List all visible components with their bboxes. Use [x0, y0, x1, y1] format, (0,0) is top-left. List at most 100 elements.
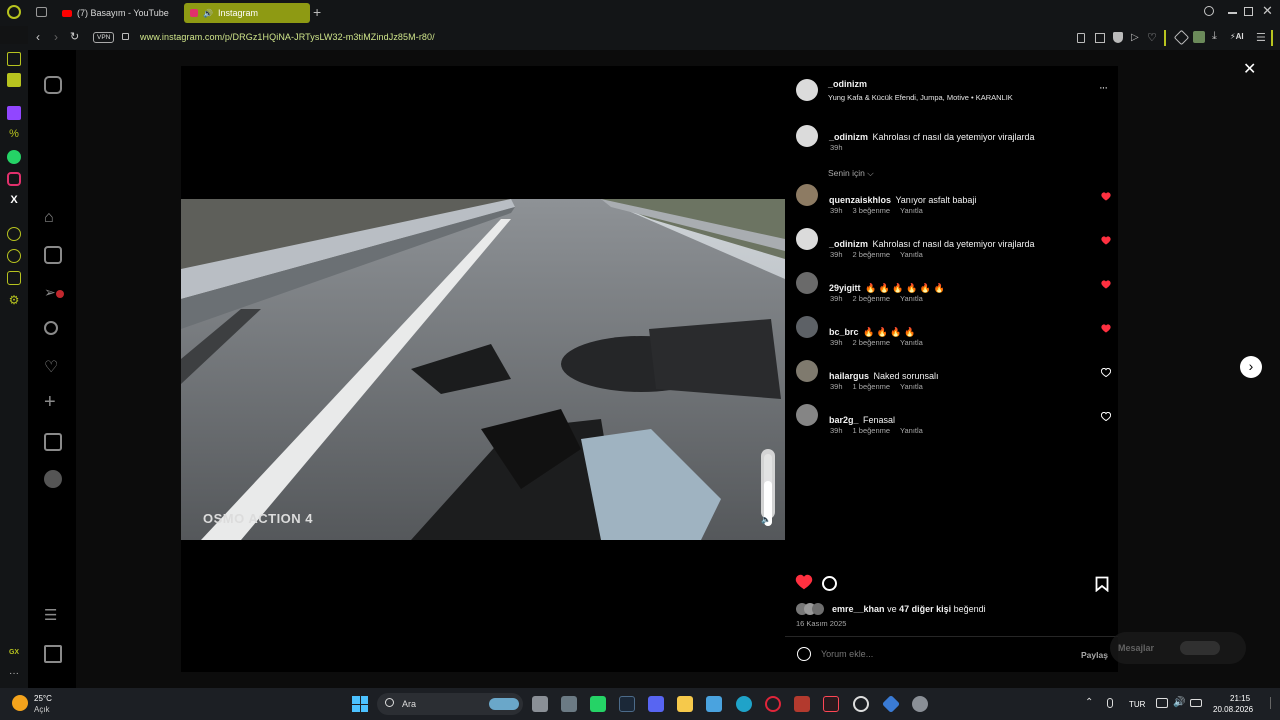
comment-heart-filled-icon[interactable] — [1101, 236, 1111, 246]
next-post-button[interactable]: › — [1240, 356, 1262, 378]
for-you-toggle[interactable]: Senin için ⌵ — [828, 168, 874, 179]
battery-icon[interactable] — [1190, 699, 1202, 707]
comment-avatar[interactable] — [796, 272, 818, 294]
reply-button[interactable]: Yanıtla — [900, 206, 923, 215]
video-player[interactable]: OSMO ACTION 4 🔈 — [181, 199, 785, 540]
history-icon[interactable] — [7, 249, 21, 263]
clock-date[interactable]: 20.08.2026 — [1213, 705, 1253, 714]
heart-toolbar-icon[interactable]: ♡ — [1147, 31, 1157, 44]
pin-icon[interactable] — [1077, 33, 1085, 43]
comment-username[interactable]: _odinizm — [829, 239, 868, 249]
save-button[interactable] — [1095, 576, 1109, 592]
x-icon[interactable]: X — [7, 194, 21, 208]
show-desktop[interactable] — [1270, 697, 1276, 709]
input-language[interactable]: TUR — [1129, 700, 1145, 709]
like-button[interactable] — [795, 574, 813, 590]
comment-avatar[interactable] — [796, 404, 818, 426]
calculator-icon[interactable] — [561, 696, 577, 712]
twitch-icon[interactable] — [7, 106, 21, 120]
edge-icon[interactable] — [736, 696, 752, 712]
comment-username[interactable]: bar2g_ — [829, 415, 859, 425]
file-explorer-icon[interactable] — [677, 696, 693, 712]
comment-heart-filled-icon[interactable] — [1101, 280, 1111, 290]
opera-gx-logo-icon[interactable] — [7, 5, 21, 19]
author-username[interactable]: _odinizm — [828, 79, 867, 89]
discord-icon[interactable] — [648, 696, 664, 712]
weather-icon[interactable] — [12, 695, 28, 711]
comment-heart-icon[interactable] — [1101, 412, 1111, 422]
comment-likes[interactable]: 2 beğenme — [853, 294, 891, 303]
reply-button[interactable]: Yanıtla — [900, 426, 923, 435]
taskbar-search[interactable]: Ara — [377, 693, 523, 715]
hamburger-menu-icon[interactable]: ☰ — [44, 606, 62, 624]
close-window-button[interactable]: ✕ — [1262, 3, 1273, 19]
instagram-logo-icon[interactable] — [44, 76, 62, 94]
share-button[interactable]: Paylaş — [1081, 650, 1108, 660]
comment-username[interactable]: quenzaiskhlos — [829, 195, 891, 205]
cube-icon[interactable] — [7, 271, 21, 285]
instagram-sidebar-icon[interactable] — [7, 172, 21, 186]
comment-likes[interactable]: 2 beğenme — [853, 250, 891, 259]
tab-instagram[interactable]: 🔊 Instagram — [184, 3, 310, 23]
comment-heart-icon[interactable] — [1101, 368, 1111, 378]
shield-icon[interactable] — [1113, 32, 1123, 43]
comment-username[interactable]: bc_brc — [829, 327, 859, 337]
whatsapp-icon[interactable] — [7, 150, 21, 164]
extensions-icon[interactable] — [1173, 29, 1190, 46]
reels-icon[interactable] — [44, 246, 62, 264]
maximize-button[interactable] — [1244, 7, 1253, 16]
discount-icon[interactable]: % — [7, 128, 21, 142]
liked-by-others[interactable]: 47 diğer kişi — [899, 604, 951, 614]
home-icon[interactable]: ⌂ — [44, 209, 62, 227]
menu-icon[interactable]: ☰ — [1256, 31, 1266, 44]
comment-likes[interactable]: 3 beğenme — [853, 206, 891, 215]
comment-avatar[interactable] — [796, 316, 818, 338]
game-app-icon[interactable] — [794, 696, 810, 712]
comment-username[interactable]: 29yigitt — [829, 283, 861, 293]
comment-heart-filled-icon[interactable] — [1101, 324, 1111, 334]
search-icon[interactable] — [44, 321, 58, 335]
comment-likes[interactable]: 2 beğenme — [853, 338, 891, 347]
reply-button[interactable]: Yanıtla — [900, 382, 923, 391]
tab-island-icon[interactable] — [36, 7, 47, 17]
snapshot-icon[interactable] — [1095, 33, 1105, 43]
settings-taskbar-icon[interactable] — [912, 696, 928, 712]
direct-icon[interactable]: ➢ — [44, 284, 64, 302]
create-icon[interactable]: + — [44, 392, 62, 412]
reply-button[interactable]: Yanıtla — [900, 294, 923, 303]
ai-button[interactable]: ⚡AI — [1230, 32, 1244, 41]
mute-icon[interactable]: 🔈 — [761, 515, 771, 524]
microphone-icon[interactable] — [1107, 698, 1113, 708]
mail-icon[interactable] — [7, 73, 21, 87]
new-tab-button[interactable]: + — [313, 4, 321, 20]
comment-button[interactable] — [822, 576, 837, 591]
apps-icon[interactable] — [44, 645, 62, 663]
more-options-icon[interactable]: ··· — [1099, 82, 1108, 94]
download-icon[interactable]: ⤓ — [1212, 30, 1217, 43]
emoji-icon[interactable] — [797, 647, 811, 661]
url-field[interactable]: www.instagram.com/p/DRGz1HQiNA-JRTysLW32… — [140, 32, 435, 42]
back-button[interactable]: ‹ — [36, 30, 40, 44]
heart-nav-icon[interactable]: ♡ — [44, 357, 62, 376]
settings-icon[interactable]: ⚙ — [7, 293, 21, 307]
vpn-badge[interactable]: VPN — [93, 32, 115, 43]
tray-chevron-icon[interactable]: ⌃ — [1085, 697, 1093, 708]
comment-avatar[interactable] — [796, 360, 818, 382]
task-view-icon[interactable] — [532, 696, 548, 712]
network-icon[interactable] — [1156, 698, 1168, 708]
more-icon[interactable]: ··· — [7, 668, 21, 682]
search-tabs-icon[interactable] — [1204, 6, 1214, 16]
dashboard-icon[interactable] — [44, 433, 62, 451]
comment-input[interactable] — [821, 646, 1061, 662]
caption-avatar[interactable] — [796, 125, 818, 147]
tab-youtube[interactable]: (7) Basayım - YouTube — [56, 3, 180, 23]
comment-avatar[interactable] — [796, 228, 818, 250]
comment-avatar[interactable] — [796, 184, 818, 206]
comment-heart-filled-icon[interactable] — [1101, 192, 1111, 202]
volume-icon[interactable]: 🔊 — [1173, 697, 1185, 708]
caption-username[interactable]: _odinizm — [829, 132, 868, 142]
liked-by-user[interactable]: emre__khan — [832, 604, 885, 614]
gx-corner-icon[interactable]: GX — [7, 649, 21, 663]
image-icon[interactable] — [1193, 31, 1205, 43]
sync-app-icon[interactable] — [853, 696, 869, 712]
